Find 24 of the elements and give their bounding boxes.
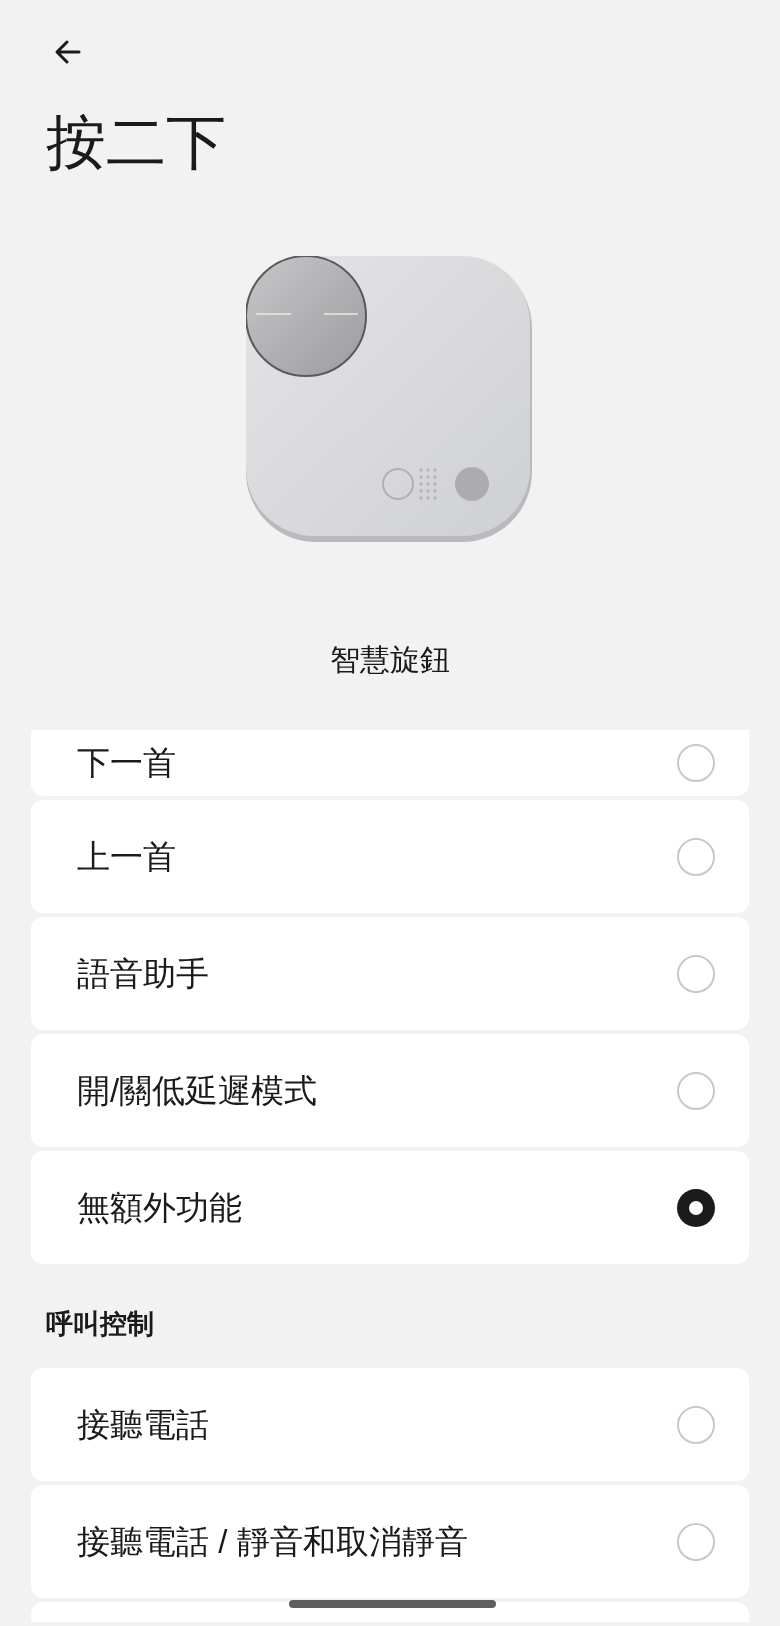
radio-button[interactable] (677, 1405, 715, 1444)
radio-button[interactable] (677, 1188, 715, 1227)
radio-button[interactable] (677, 837, 715, 876)
radio-button[interactable] (677, 954, 715, 993)
option-label: 無額外功能 (77, 1187, 242, 1228)
radio-button[interactable] (677, 744, 715, 782)
option-label: 下一首 (77, 743, 176, 783)
page-title: 按二下 (46, 109, 226, 178)
option-row[interactable]: 接聽電話 (31, 1368, 749, 1481)
option-row[interactable]: 語音助手 (31, 917, 749, 1030)
option-row[interactable]: 接聽電話 / 靜音和取消靜音 (31, 1485, 749, 1598)
option-row[interactable]: 無額外功能 (31, 1151, 749, 1264)
radio-button[interactable] (677, 1071, 715, 1110)
option-row[interactable]: 下一首 (31, 730, 749, 796)
option-row[interactable]: 開/關低延遲模式 (31, 1034, 749, 1147)
option-label: 接聽電話 (77, 1404, 209, 1445)
device-caption: 智慧旋鈕 (330, 642, 450, 678)
option-label: 上一首 (77, 836, 176, 877)
option-label: 開/關低延遲模式 (77, 1070, 318, 1111)
option-label: 接聽電話 / 靜音和取消靜音 (77, 1521, 468, 1562)
section-heading: 呼叫控制 (46, 1308, 155, 1341)
option-label: 語音助手 (77, 953, 209, 994)
radio-button[interactable] (677, 1522, 715, 1561)
option-row[interactable]: 上一首 (31, 800, 749, 913)
